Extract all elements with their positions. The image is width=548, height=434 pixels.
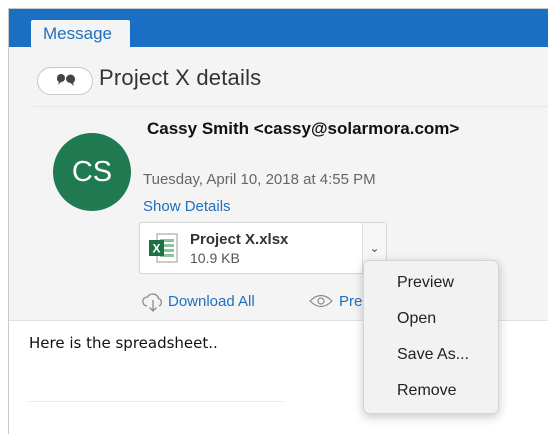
message-body-text: Here is the spreadsheet.. [29,334,218,352]
body-separator [29,401,283,402]
attachment-name: Project X.xlsx [190,231,289,248]
preview-all-label: Pre [339,293,363,310]
tab-message[interactable]: Message [31,20,130,47]
cloud-download-icon [142,293,163,312]
ribbon-tab-bar: Message [9,9,548,47]
menu-item-open[interactable]: Open [397,310,436,328]
show-details-link[interactable]: Show Details [143,198,231,215]
menu-item-preview[interactable]: Preview [397,274,454,292]
svg-text:X: X [152,242,160,256]
message-subject: Project X details [99,65,262,90]
conversation-button[interactable] [37,67,93,95]
eye-icon [309,294,333,308]
message-date: Tuesday, April 10, 2018 at 4:55 PM [143,171,376,188]
sender-name: Cassy Smith <cassy@solarmora.com> [147,119,460,138]
attachment-card[interactable]: X Project X.xlsx 10.9 KB ⌄ [139,222,387,274]
download-all-label: Download All [168,293,255,310]
attachment-size: 10.9 KB [190,250,240,266]
menu-item-save-as[interactable]: Save As... [397,346,469,364]
sender-avatar: CS [53,133,131,211]
message-window: Message Project X details CS Cassy Smith… [8,8,548,434]
header-divider [33,106,548,107]
conversation-icon [56,74,76,86]
excel-file-icon: X [149,233,178,263]
menu-item-remove[interactable]: Remove [397,382,457,400]
attachment-context-menu: Preview Open Save As... Remove [363,260,499,414]
